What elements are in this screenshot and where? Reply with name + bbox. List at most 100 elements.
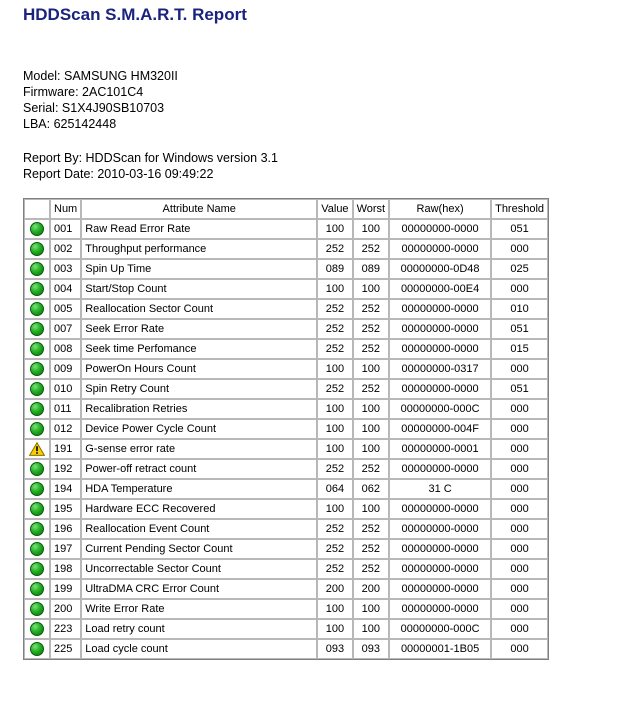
attribute-value: 252 bbox=[317, 319, 353, 339]
attribute-value: 093 bbox=[317, 639, 353, 659]
attribute-threshold: 000 bbox=[491, 239, 549, 259]
status-cell bbox=[24, 459, 50, 479]
table-row: 223 Load retry count 100 100 00000000-000C 00… bbox=[24, 619, 549, 639]
header-raw: Raw(hex) bbox=[389, 199, 492, 219]
attribute-name: HDA Temperature bbox=[81, 479, 318, 499]
attribute-num: 199 bbox=[50, 579, 82, 599]
status-ok-icon bbox=[30, 502, 44, 516]
status-cell bbox=[24, 619, 50, 639]
attribute-threshold: 000 bbox=[491, 499, 549, 519]
report-by-text: Report By: HDDScan for Windows version 3… bbox=[23, 151, 278, 165]
attribute-threshold: 051 bbox=[491, 379, 549, 399]
attribute-raw: 00000000-0000 bbox=[389, 559, 492, 579]
attribute-raw: 31 C bbox=[389, 479, 492, 499]
attribute-raw: 00000000-0000 bbox=[389, 599, 492, 619]
attribute-name: PowerOn Hours Count bbox=[81, 359, 318, 379]
attribute-name: Throughput performance bbox=[81, 239, 318, 259]
report-date-text: Report Date: 2010-03-16 09:49:22 bbox=[23, 167, 214, 181]
status-ok-icon bbox=[30, 362, 44, 376]
attribute-worst: 089 bbox=[352, 259, 390, 279]
status-ok-icon bbox=[30, 322, 44, 336]
status-cell bbox=[24, 539, 50, 559]
status-ok-icon bbox=[30, 562, 44, 576]
attribute-threshold: 000 bbox=[491, 279, 549, 299]
attribute-value: 252 bbox=[317, 299, 353, 319]
attribute-threshold: 000 bbox=[491, 519, 549, 539]
attribute-name: Spin Up Time bbox=[81, 259, 318, 279]
status-cell bbox=[24, 219, 50, 239]
attribute-worst: 252 bbox=[352, 539, 390, 559]
attribute-value: 100 bbox=[317, 599, 353, 619]
attribute-threshold: 000 bbox=[491, 419, 549, 439]
table-row: 007 Seek Error Rate 252 252 00000000-0000 051 bbox=[24, 319, 549, 339]
table-row: 196 Reallocation Event Count 252 252 0000000… bbox=[24, 519, 549, 539]
status-cell bbox=[24, 299, 50, 319]
status-cell bbox=[24, 379, 50, 399]
table-row: 005 Reallocation Sector Count 252 252 000000… bbox=[24, 299, 549, 319]
report-info: Report By: HDDScan for Windows version 3… bbox=[23, 150, 278, 182]
attribute-name: Current Pending Sector Count bbox=[81, 539, 318, 559]
attribute-raw: 00000000-0000 bbox=[389, 299, 492, 319]
attribute-raw: 00000000-0001 bbox=[389, 439, 492, 459]
attribute-threshold: 000 bbox=[491, 639, 549, 659]
table-row: 012 Device Power Cycle Count 100 100 0000000… bbox=[24, 419, 549, 439]
attribute-num: 198 bbox=[50, 559, 82, 579]
attribute-worst: 100 bbox=[352, 499, 390, 519]
status-ok-icon bbox=[30, 542, 44, 556]
attribute-raw: 00000000-00E4 bbox=[389, 279, 492, 299]
table-row: 003 Spin Up Time 089 089 00000000-0D48 025 bbox=[24, 259, 549, 279]
attribute-value: 252 bbox=[317, 519, 353, 539]
status-cell bbox=[24, 319, 50, 339]
attribute-value: 089 bbox=[317, 259, 353, 279]
attribute-worst: 100 bbox=[352, 219, 390, 239]
attribute-value: 064 bbox=[317, 479, 353, 499]
status-cell bbox=[24, 519, 50, 539]
attribute-raw: 00000000-0000 bbox=[389, 499, 492, 519]
attribute-name: Power-off retract count bbox=[81, 459, 318, 479]
status-ok-icon bbox=[30, 382, 44, 396]
attribute-raw: 00000000-0317 bbox=[389, 359, 492, 379]
attribute-worst: 100 bbox=[352, 279, 390, 299]
attribute-threshold: 015 bbox=[491, 339, 549, 359]
status-ok-icon bbox=[30, 602, 44, 616]
header-attribute-name: Attribute Name bbox=[81, 199, 318, 219]
attribute-num: 223 bbox=[50, 619, 82, 639]
attribute-num: 003 bbox=[50, 259, 82, 279]
attribute-num: 002 bbox=[50, 239, 82, 259]
model-text: Model: SAMSUNG HM320II bbox=[23, 69, 178, 83]
header-status bbox=[24, 199, 50, 219]
attribute-worst: 200 bbox=[352, 579, 390, 599]
attribute-threshold: 000 bbox=[491, 619, 549, 639]
status-ok-icon bbox=[30, 242, 44, 256]
status-cell bbox=[24, 339, 50, 359]
attribute-value: 252 bbox=[317, 379, 353, 399]
status-ok-icon bbox=[30, 622, 44, 636]
attribute-value: 100 bbox=[317, 499, 353, 519]
attribute-threshold: 025 bbox=[491, 259, 549, 279]
status-ok-icon bbox=[30, 582, 44, 596]
attribute-num: 192 bbox=[50, 459, 82, 479]
status-cell bbox=[24, 499, 50, 519]
attribute-worst: 100 bbox=[352, 599, 390, 619]
attribute-value: 100 bbox=[317, 419, 353, 439]
attribute-value: 252 bbox=[317, 459, 353, 479]
attribute-value: 252 bbox=[317, 339, 353, 359]
attribute-raw: 00000000-0D48 bbox=[389, 259, 492, 279]
attribute-num: 191 bbox=[50, 439, 82, 459]
smart-attributes-table: Num Attribute Name Value Worst Raw(hex) … bbox=[23, 198, 550, 660]
status-ok-icon bbox=[30, 522, 44, 536]
table-row: 195 Hardware ECC Recovered 100 100 00000000-… bbox=[24, 499, 549, 519]
attribute-raw: 00000000-0000 bbox=[389, 539, 492, 559]
attribute-value: 100 bbox=[317, 279, 353, 299]
attribute-value: 200 bbox=[317, 579, 353, 599]
attribute-num: 005 bbox=[50, 299, 82, 319]
attribute-threshold: 000 bbox=[491, 479, 549, 499]
attribute-name: G-sense error rate bbox=[81, 439, 318, 459]
attribute-name: UltraDMA CRC Error Count bbox=[81, 579, 318, 599]
table-row: 198 Uncorrectable Sector Count 252 252 00000… bbox=[24, 559, 549, 579]
attribute-value: 100 bbox=[317, 399, 353, 419]
attribute-threshold: 051 bbox=[491, 219, 549, 239]
attribute-raw: 00000001-1B05 bbox=[389, 639, 492, 659]
attribute-worst: 252 bbox=[352, 379, 390, 399]
attribute-num: 194 bbox=[50, 479, 82, 499]
